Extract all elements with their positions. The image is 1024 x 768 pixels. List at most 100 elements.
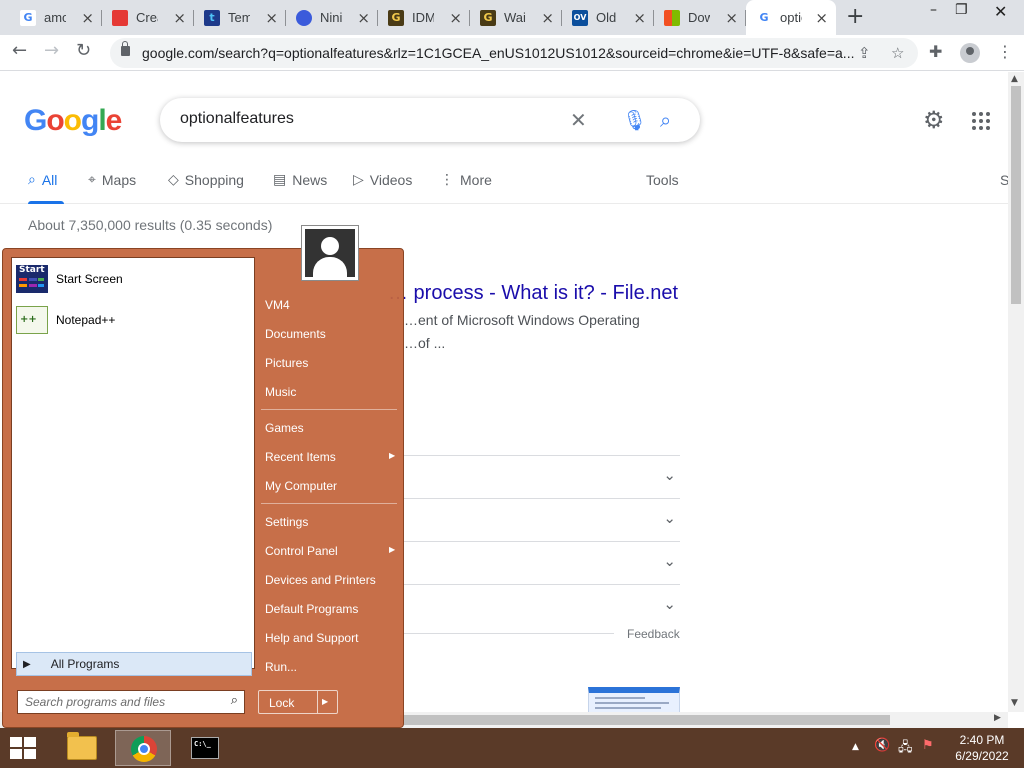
program-start-screen[interactable]: Start Start Screen [16,262,250,296]
clock-date: 6/29/2022 [955,749,1009,763]
start-item-games[interactable]: Games [265,421,304,435]
scroll-up-icon[interactable]: ▲ [1011,74,1018,84]
browser-tab[interactable]: t Temp × [194,0,286,35]
power-options-arrow-icon[interactable]: ▶ [322,697,328,706]
browser-tab[interactable]: OV Old v × [562,0,654,35]
browser-tab[interactable]: Ninit × [286,0,378,35]
bookmark-star-icon[interactable]: ☆ [891,44,904,62]
close-tab-icon[interactable]: × [725,9,738,27]
taskbar-command-prompt[interactable]: C:\_ [177,730,233,766]
restore-icon[interactable]: ❐ [955,2,968,18]
new-tab-icon[interactable]: + [846,4,864,29]
close-window-icon[interactable]: ✕ [994,2,1007,21]
close-tab-icon[interactable]: × [81,9,94,27]
show-hidden-icons-icon[interactable]: ▲ [852,742,859,752]
reload-icon[interactable]: ↻ [76,40,91,61]
vertical-scrollbar[interactable]: ▲ ▼ [1008,72,1024,712]
close-tab-icon[interactable]: × [173,9,186,27]
browser-tab-active[interactable]: G optic × [746,0,836,35]
address-url[interactable]: google.com/search?q=optionalfeatures&rlz… [142,45,862,61]
tab-title: amo [44,10,66,25]
close-tab-icon[interactable]: × [815,9,828,27]
people-also-ask-item[interactable]: ⌄ [404,584,680,627]
tab-more[interactable]: ⋮ More [440,172,492,188]
start-item-devices-printers[interactable]: Devices and Printers [265,573,376,587]
program-label: Notepad++ [56,313,116,327]
google-logo[interactable]: Google [24,104,122,138]
start-item-documents[interactable]: Documents [265,327,326,341]
start-item-settings[interactable]: Settings [265,515,308,529]
start-item-pictures[interactable]: Pictures [265,356,308,370]
forward-icon[interactable]: → [44,40,59,61]
user-avatar[interactable] [301,225,359,281]
taskbar-clock[interactable]: 2:40 PM 6/29/2022 [948,732,1016,764]
tab-label: Shopping [184,172,244,188]
people-also-ask-item[interactable]: ⌄ [404,498,680,541]
scroll-right-icon[interactable]: ▶ [994,713,1001,723]
taskbar-file-explorer[interactable] [53,730,109,766]
action-center-warning-icon[interactable]: ⚑ [922,738,934,753]
address-bar[interactable]: google.com/search?q=optionalfeatures&rlz… [110,38,918,68]
tab-news[interactable]: ▤ News [273,172,327,188]
all-programs-button[interactable]: ▶ All Programs [16,652,252,676]
start-item-recent-items[interactable]: Recent Items ▶ [265,450,395,464]
feedback-link[interactable]: Feedback [627,627,680,641]
google-search-box[interactable]: optionalfeatures ✕ 🎙 ⌕ [160,98,700,142]
scrollbar-thumb[interactable] [1011,86,1021,304]
taskbar-chrome[interactable] [115,730,171,766]
tab-title: Dow [688,10,710,25]
lock-icon[interactable] [121,41,130,56]
start-item-control-panel[interactable]: Control Panel ▶ [265,544,395,558]
windows-start-icon[interactable] [10,737,38,759]
start-item-run[interactable]: Run... [265,660,297,674]
network-icon[interactable]: 🖧 [898,738,913,760]
lock-button[interactable]: Lock ▶ [258,690,338,714]
close-tab-icon[interactable]: × [541,9,554,27]
start-item-user-folder[interactable]: VM4 [265,298,290,312]
start-item-help-support[interactable]: Help and Support [265,631,358,645]
browser-tab[interactable]: G IDM × [378,0,470,35]
search-icon[interactable]: ⌕ [660,108,671,132]
close-tab-icon[interactable]: × [449,9,462,27]
browser-tab[interactable]: G amo × [10,0,102,35]
search-input[interactable]: optionalfeatures [180,110,294,128]
minimize-icon[interactable]: – [930,2,937,18]
result-thumbnail[interactable] [588,687,680,713]
close-tab-icon[interactable]: × [633,9,646,27]
share-icon[interactable]: ⇪ [858,44,871,62]
settings-gear-icon[interactable]: ⚙ [923,106,945,134]
close-tab-icon[interactable]: × [357,9,370,27]
start-item-default-programs[interactable]: Default Programs [265,602,358,616]
program-notepad-plus-plus[interactable]: ++ Notepad++ [16,303,250,337]
google-apps-icon[interactable] [972,112,990,130]
scroll-down-icon[interactable]: ▼ [1011,698,1018,708]
start-search-input[interactable]: Search programs and files ⌕ [17,690,245,714]
microphone-icon[interactable]: 🎙 [622,108,647,132]
tab-shopping[interactable]: ◇ Shopping [168,172,244,188]
scrollbar-thumb[interactable] [400,715,890,725]
profile-avatar-icon[interactable] [960,43,980,63]
close-tab-icon[interactable]: × [265,9,278,27]
notepad-plus-plus-icon: ++ [16,306,48,334]
result-title-link[interactable]: … process - What is it? - File.net [388,282,678,305]
browser-tab[interactable]: G Wait × [470,0,562,35]
tab-all[interactable]: ⌕ All [28,172,57,188]
start-item-my-computer[interactable]: My Computer [265,479,337,493]
browser-tab[interactable]: Dow × [654,0,746,35]
browser-tab[interactable]: Crea × [102,0,194,35]
result-snippet: …of ... [404,335,446,351]
divider [404,633,614,634]
tools-button[interactable]: Tools [646,172,679,188]
volume-muted-icon[interactable]: 🔇 [874,738,890,753]
start-item-music[interactable]: Music [265,385,296,399]
tab-videos[interactable]: ▷ Videos [353,172,412,188]
back-icon[interactable]: ← [12,40,27,61]
search-tabs: ⌕ All ⌖ Maps ◇ Shopping ▤ News ▷ Videos ⋮ More… [0,168,1010,204]
map-pin-icon: ⌖ [88,172,96,188]
clear-search-icon[interactable]: ✕ [570,108,587,132]
people-also-ask-item[interactable]: ⌄ [404,455,680,498]
tab-maps[interactable]: ⌖ Maps [88,172,136,188]
people-also-ask-item[interactable]: ⌄ [404,541,680,584]
extensions-icon[interactable]: ✚ [929,42,942,61]
browser-menu-icon[interactable]: ⋮ [997,42,1013,61]
